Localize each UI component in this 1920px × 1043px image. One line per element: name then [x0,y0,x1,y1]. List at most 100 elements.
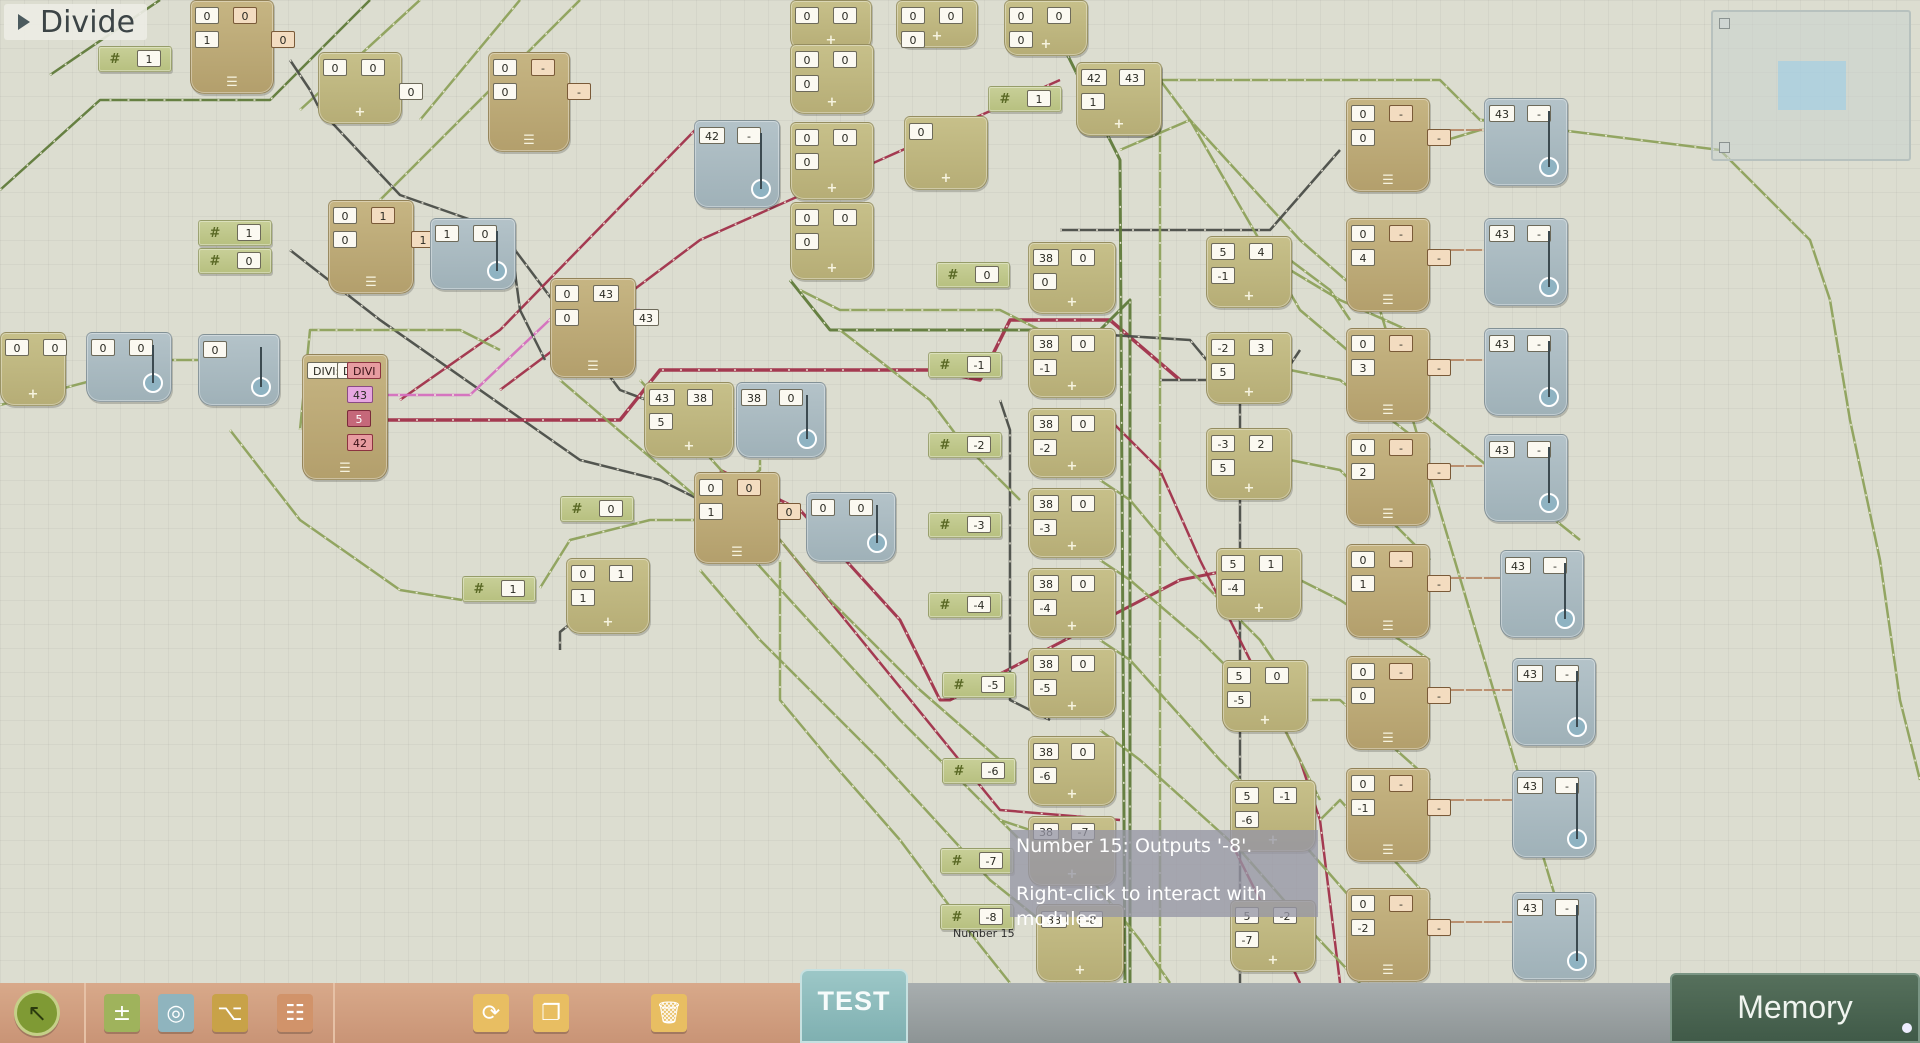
module-port-value[interactable]: 5 [1211,363,1235,380]
module-port-value[interactable]: 0 [1071,335,1095,352]
arithmetic-module[interactable]: 38 0 -5 + [1028,648,1116,718]
module-port-value[interactable]: 0 [795,209,819,226]
trash-icon[interactable]: 🗑 [651,994,687,1032]
module-port-value[interactable]: 0 [833,51,857,68]
module-port-value[interactable]: 0 [1009,31,1033,48]
module-port-value[interactable]: - [531,59,555,76]
module-port-value[interactable]: 0 [1351,895,1375,912]
module-port-value[interactable]: -2 [1211,339,1235,356]
module-port-value[interactable]: 1 [699,503,723,520]
module-port-value[interactable]: -5 [981,676,1005,693]
arithmetic-module[interactable]: -3 2 5 + [1206,428,1292,500]
module-port-value[interactable]: 0 [795,129,819,146]
module-output-value[interactable]: - [1427,129,1451,146]
module-port-value[interactable]: -1 [1273,787,1297,804]
number-module[interactable]: -5 # [942,672,1016,698]
arithmetic-module[interactable]: -2 3 5 + [1206,332,1292,404]
program-title-bar[interactable]: Divide [4,4,148,40]
module-port-value[interactable]: - [1389,663,1413,680]
arithmetic-module[interactable]: 0 1 1 + [566,558,650,634]
module-port-value[interactable]: -3 [1211,435,1235,452]
copy-icon[interactable]: ❐ [533,994,569,1032]
module-port-value[interactable]: -1 [1211,267,1235,284]
module-port-value[interactable]: 5 [1221,555,1245,572]
module-port-value[interactable]: 38 [687,389,713,406]
module-port-value[interactable]: 3 [1249,339,1273,356]
module-port-value[interactable]: 43 [1517,777,1543,794]
number-module[interactable]: -2 # [928,432,1002,458]
module-port-value[interactable]: 43 [1505,557,1531,574]
module-port-value[interactable]: 0 [333,231,357,248]
module-port-value[interactable]: 5 [649,413,673,430]
module-port-value[interactable]: - [1389,895,1413,912]
module-port-value[interactable]: 0 [795,75,819,92]
module-port-value[interactable]: 43 [1517,665,1543,682]
module-port-value[interactable]: -6 [981,762,1005,779]
module-port-value[interactable]: 5 [1235,787,1259,804]
minimap-corner-icon[interactable] [1719,142,1730,153]
module-port-value[interactable]: -2 [967,436,991,453]
module-port-value[interactable]: 5 [1211,459,1235,476]
arithmetic-module[interactable]: 0 0 + [0,332,67,406]
display-module[interactable]: 38 0 [736,382,826,458]
module-port-value[interactable]: -8 [979,908,1003,925]
module-port-value[interactable]: 0 [699,479,723,496]
module-port-value[interactable]: 0 [237,252,261,269]
minimap-corner-icon[interactable] [1719,18,1730,29]
wire-green[interactable] [799,288,1041,332]
arithmetic-module[interactable]: 5 1 -4 + [1216,548,1302,620]
module-port-value[interactable]: 0 [195,7,219,24]
module-port-value[interactable]: 5 [1227,667,1251,684]
display-module[interactable]: 00 [86,332,172,402]
memory-button[interactable]: Memory [1670,973,1920,1043]
module-port-value[interactable]: - [1389,439,1413,456]
module-port-value[interactable]: 0 [43,339,67,356]
circuit-canvas[interactable]: 0 0 1 0 ☰ 1 #0 0 0 +0-0- ☰ 42-1 #0 #0 1 0 1 ☰ 1 0 0 43 0 43 ☰ 0 0 +… [0,0,1920,983]
module-port-value[interactable]: 0 [129,339,153,356]
module-port-value[interactable]: 5 [347,410,371,427]
number-module[interactable]: 1 # [198,220,272,246]
module-port-value[interactable]: 42 [699,127,725,144]
module-port-value[interactable]: 0 [1071,743,1095,760]
module-port-value[interactable]: - [1389,225,1413,242]
number-module[interactable]: 0 # [936,262,1010,288]
play-icon[interactable] [18,14,30,30]
module-output-value[interactable]: 43 [633,309,659,326]
module-port-value[interactable]: 0 [779,389,803,406]
module-port-value[interactable]: 42 [347,434,373,451]
number-module[interactable]: 1 # [98,46,172,72]
module-port-value[interactable]: -4 [1033,599,1057,616]
module-port-value[interactable]: 5 [1211,243,1235,260]
module-port-value[interactable]: 0 [833,209,857,226]
arithmetic-module[interactable]: 000+ [318,52,423,124]
logic-module[interactable]: 0-0- ☰ [1346,656,1451,750]
module-port-value[interactable]: 0 [1071,575,1095,592]
module-port-value[interactable]: 38 [741,389,767,406]
wire-green[interactable] [1289,259,1352,321]
module-port-value[interactable]: 3 [1351,359,1375,376]
display-module[interactable]: 43- [1484,328,1568,416]
display-module[interactable]: 42- [694,120,780,208]
arithmetic-module[interactable]: 42 43 1 + [1076,62,1162,136]
module-output-value[interactable]: - [1427,687,1451,704]
module-port-value[interactable]: 38 [1033,575,1059,592]
module-port-value[interactable]: 1 [371,207,395,224]
module-port-value[interactable]: -7 [979,852,1003,869]
module-port-value[interactable]: 0 [795,233,819,250]
module-port-value[interactable]: 1 [1081,93,1105,110]
logic-module[interactable]: 0- -2- ☰ [1346,888,1451,982]
module-port-value[interactable]: 0 [1351,105,1375,122]
arithmetic-icon[interactable]: ± [104,994,140,1032]
number-module[interactable]: 1 # [462,576,536,602]
module-port-value[interactable]: 1 [237,224,261,241]
module-port-value[interactable]: 0 [1009,7,1033,24]
display-icon[interactable]: ◎ [158,994,194,1032]
module-port-value[interactable]: 0 [599,500,623,517]
number-module[interactable]: 0 # [560,496,634,522]
arithmetic-module[interactable]: 000+ [790,44,874,114]
display-module[interactable]: 43- [1484,218,1568,306]
module-port-value[interactable]: 0 [811,499,835,516]
module-port-value[interactable]: 0 [361,59,385,76]
arithmetic-module[interactable]: 000+ [1004,0,1088,56]
module-port-value[interactable]: 0 [909,123,933,140]
